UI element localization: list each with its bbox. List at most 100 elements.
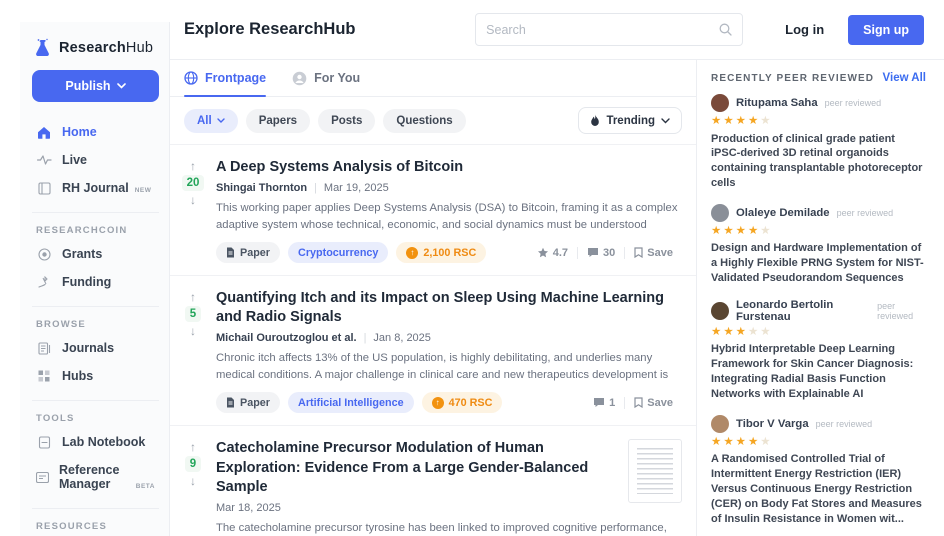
item-metrics: 4.7 30 Save — [528, 246, 682, 259]
paper-doc-icon — [227, 247, 234, 258]
type-tag[interactable]: Paper — [216, 392, 281, 414]
paper-thumbnail[interactable] — [628, 439, 682, 504]
paper-abstract: Chronic itch affects 13% of the US popul… — [216, 352, 669, 381]
paper-title-link[interactable]: Quantifying Itch and its Impact on Sleep… — [216, 289, 682, 327]
author-link[interactable]: Michail Ouroutzoglou et al. — [216, 332, 357, 344]
journal-book-icon — [36, 181, 52, 195]
vote-count: 20 — [181, 175, 205, 191]
downvote-button[interactable]: ↓ — [190, 194, 196, 206]
reviewed-paper-title-link[interactable]: Production of clinical grade patient iPS… — [711, 132, 926, 191]
paper-meta: Mar 18, 2025 — [216, 502, 612, 514]
star-rating: ★★★★★ — [711, 224, 773, 237]
filter-questions[interactable]: Questions — [383, 108, 466, 133]
avatar[interactable] — [711, 414, 729, 433]
avatar[interactable] — [711, 301, 729, 320]
peer-reviewed-label: peer reviewed — [824, 98, 882, 108]
avatar[interactable] — [711, 94, 729, 112]
sidebar-item-label: Journals — [62, 341, 115, 355]
sidebar-item-rh-journal[interactable]: RH Journal NEW — [32, 174, 159, 202]
sidebar-item-label: Reference Manager — [59, 463, 120, 491]
signup-button[interactable]: Sign up — [848, 14, 924, 45]
topic-tag[interactable]: Cryptocurrency — [288, 242, 389, 264]
peer-review-card: Olaleye Demilade peer reviewed ★★★★★ Des… — [711, 203, 926, 286]
reference-card-icon — [36, 471, 49, 483]
downvote-button[interactable]: ↓ — [190, 325, 196, 337]
save-label: Save — [647, 396, 673, 409]
sidebar-item-label: Hubs — [62, 369, 94, 383]
topic-tag[interactable]: Artificial Intelligence — [288, 392, 414, 414]
sidebar-item-funding[interactable]: Funding — [32, 268, 159, 296]
hubs-grid-icon — [36, 370, 52, 382]
tab-frontpage[interactable]: Frontpage — [184, 60, 267, 97]
paper-title-link[interactable]: Catecholamine Precursor Modulation of Hu… — [216, 439, 612, 496]
feed-item-body: A Deep Systems Analysis of Bitcoin Shing… — [216, 158, 682, 264]
sidebar-item-reference-manager[interactable]: Reference Manager BETA — [32, 456, 159, 498]
publish-button[interactable]: Publish — [32, 70, 159, 102]
flask-logo-icon — [36, 38, 49, 56]
search-icon — [719, 23, 732, 36]
reviewer-name-link[interactable]: Tibor V Varga — [736, 418, 809, 430]
type-label: Paper — [240, 396, 271, 409]
tag-row: Paper Cryptocurrency ↑ 2,100 RSC 4.7 30 … — [216, 242, 682, 264]
reviewer-name-link[interactable]: Leonardo Bertolin Furstenau — [736, 299, 870, 323]
comments-metric[interactable]: 30 — [577, 246, 624, 259]
reviewed-paper-title-link[interactable]: Design and Hardware Implementation of a … — [711, 241, 926, 286]
sidebar-item-journals[interactable]: Journals — [32, 334, 159, 362]
tab-for-you[interactable]: For You — [292, 60, 360, 96]
upvote-button[interactable]: ↑ — [190, 160, 196, 172]
reviewed-paper-title-link[interactable]: A Randomised Controlled Trial of Intermi… — [711, 452, 926, 526]
avatar[interactable] — [711, 203, 729, 222]
rsc-amount: 2,100 RSC — [423, 246, 477, 259]
rating-value: 4.7 — [552, 246, 569, 259]
flame-icon — [591, 114, 600, 126]
right-sidebar: RECENTLY PEER REVIEWED View All Ritupama… — [696, 60, 944, 536]
paper-abstract: This working paper applies Deep Systems … — [216, 202, 678, 231]
top-header: Explore ResearchHub Log in Sign up — [170, 0, 944, 60]
main-feed-column: Frontpage For You All Papers Posts Quest… — [170, 60, 696, 536]
paper-abstract: The catecholamine precursor tyrosine has… — [216, 521, 667, 534]
reviewer-name-link[interactable]: Olaleye Demilade — [736, 207, 830, 219]
star-rating: ★★★★★ — [711, 325, 773, 338]
paper-doc-icon — [227, 397, 234, 408]
star-rating: ★★★★★ — [711, 435, 773, 448]
rsc-tag[interactable]: ↑ 2,100 RSC — [396, 242, 487, 264]
chevron-down-icon — [217, 118, 225, 123]
sidebar-item-home[interactable]: Home — [32, 118, 159, 146]
type-tag[interactable]: Paper — [216, 242, 281, 264]
sidebar-item-live[interactable]: Live — [32, 146, 159, 174]
comments-metric[interactable]: 1 — [584, 397, 624, 409]
peer-review-card: Leonardo Bertolin Furstenau peer reviewe… — [711, 299, 926, 402]
sidebar-item-hubs[interactable]: Hubs — [32, 362, 159, 390]
rating-metric[interactable]: 4.7 — [528, 247, 577, 259]
author-link[interactable]: Shingai Thornton — [216, 182, 307, 194]
publish-label: Publish — [65, 79, 111, 93]
filter-papers[interactable]: Papers — [245, 108, 311, 133]
logo[interactable]: ResearchHub — [32, 34, 159, 70]
search-bar[interactable] — [475, 13, 744, 46]
sidebar-item-grants[interactable]: Grants — [32, 240, 159, 268]
sort-trending-button[interactable]: Trending — [578, 107, 682, 134]
section-title: RESEARCHCOIN — [36, 225, 128, 236]
upvote-button[interactable]: ↑ — [190, 441, 196, 453]
chevron-down-icon — [116, 83, 126, 89]
login-button[interactable]: Log in — [785, 22, 824, 37]
peer-reviewed-view-all-link[interactable]: View All — [883, 72, 926, 84]
peer-reviewed-header: RECENTLY PEER REVIEWED View All — [711, 72, 926, 84]
paper-meta: Shingai Thornton | Mar 19, 2025 — [216, 182, 682, 194]
home-icon — [36, 126, 52, 139]
save-button[interactable]: Save — [624, 246, 682, 259]
sidebar-item-lab-notebook[interactable]: Lab Notebook — [32, 428, 159, 456]
reviewer-name-link[interactable]: Ritupama Saha — [736, 97, 818, 109]
paper-date: Mar 19, 2025 — [323, 182, 389, 195]
reviewed-paper-title-link[interactable]: Hybrid Interpretable Deep Learning Frame… — [711, 342, 926, 401]
downvote-button[interactable]: ↓ — [190, 475, 196, 487]
upvote-button[interactable]: ↑ — [190, 291, 196, 303]
save-button[interactable]: Save — [624, 396, 682, 409]
filter-all[interactable]: All — [184, 108, 238, 133]
sidebar-section-researchcoin: RESEARCHCOIN Grants Funding — [32, 212, 159, 296]
search-input[interactable] — [486, 22, 712, 37]
filter-posts[interactable]: Posts — [318, 108, 376, 133]
rsc-tag[interactable]: ↑ 470 RSC — [421, 392, 503, 414]
peer-review-card: Tibor V Varga peer reviewed ★★★★★ A Rand… — [711, 414, 926, 527]
paper-title-link[interactable]: A Deep Systems Analysis of Bitcoin — [216, 158, 682, 177]
